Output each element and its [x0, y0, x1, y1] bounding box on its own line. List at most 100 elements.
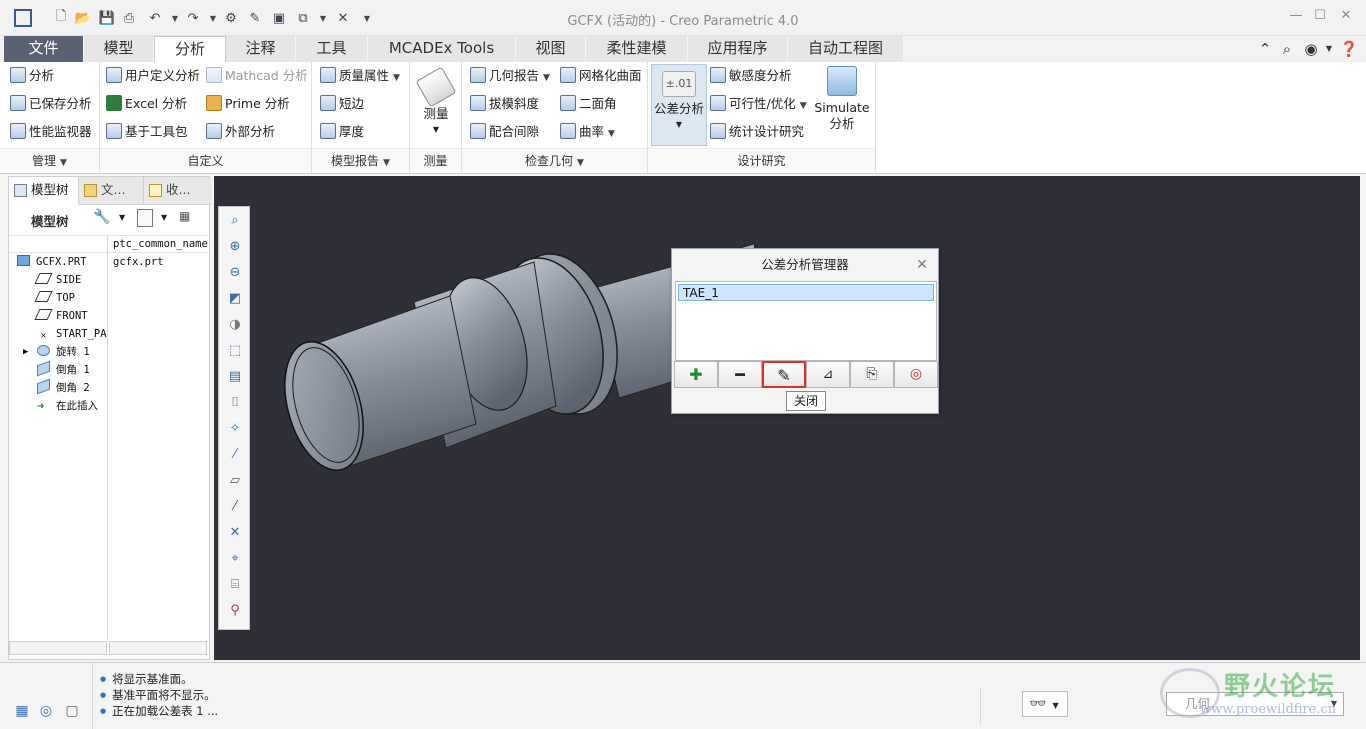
- tab-flexible-modeling[interactable]: 柔性建模: [586, 36, 688, 62]
- maximize-button[interactable]: ☐: [1310, 8, 1330, 28]
- user-defined-analysis-button[interactable]: 用户定义分析: [106, 65, 200, 87]
- status-message-3: 正在加载公差表 1 ...: [100, 703, 218, 719]
- short-edge-button[interactable]: 短边: [320, 93, 364, 115]
- short-edge-icon: [320, 95, 336, 111]
- column-header[interactable]: ptc_common_name: [113, 235, 208, 253]
- axis-display-icon[interactable]: ⁄: [225, 497, 245, 517]
- tab-auto-drawing[interactable]: 自动工程图: [788, 36, 904, 62]
- performance-monitor-button[interactable]: 性能监视器: [10, 121, 92, 143]
- tab-view[interactable]: 视图: [516, 36, 586, 62]
- mass-properties-button[interactable]: 质量属性 ▼: [320, 65, 400, 87]
- tree-node-insert-here[interactable]: ➜ 在此插入: [37, 397, 98, 415]
- draft-button[interactable]: 拔模斜度: [470, 93, 539, 115]
- help-icon[interactable]: ❓: [1338, 39, 1360, 59]
- search-icon[interactable]: ⌕: [1276, 39, 1298, 59]
- prime-analysis-button[interactable]: Prime 分析: [206, 93, 290, 115]
- measure-analysis-button[interactable]: ⊿: [806, 361, 850, 388]
- csys-display-icon[interactable]: ⌖: [225, 549, 245, 569]
- plane-display-icon[interactable]: ▱: [225, 471, 245, 491]
- tab-annotate[interactable]: 注释: [226, 36, 296, 62]
- saved-orientations-icon[interactable]: ⬚: [225, 341, 245, 361]
- spin-center-icon[interactable]: ✧: [225, 419, 245, 439]
- horizontal-scrollbar-left[interactable]: [9, 641, 107, 655]
- view-manager-icon[interactable]: ▤: [225, 367, 245, 387]
- tree-node-start-csys[interactable]: ✕ START_PA: [37, 325, 107, 343]
- toolkit-based-button[interactable]: 基于工具包: [106, 121, 188, 143]
- tree-node-side[interactable]: SIDE: [34, 271, 81, 289]
- show-dropdown-icon[interactable]: ▼: [161, 213, 167, 222]
- browser-toggle-icon[interactable]: ◎: [36, 701, 56, 721]
- perspective-icon[interactable]: ⌷: [225, 393, 245, 413]
- external-analysis-button[interactable]: 外部分析: [206, 121, 275, 143]
- excel-analysis-button[interactable]: Excel 分析: [106, 93, 187, 115]
- tolerance-analysis-button[interactable]: ±.01 公差分析 ▼: [651, 64, 707, 146]
- curvature-button[interactable]: 曲率 ▼: [560, 121, 615, 143]
- copy-button[interactable]: ⎘: [850, 361, 894, 388]
- horizontal-scrollbar-right[interactable]: [109, 641, 207, 655]
- tab-folder-browser[interactable]: 文...: [79, 177, 144, 205]
- zoom-out-icon[interactable]: ⊖: [225, 263, 245, 283]
- filter-icon[interactable]: ▦: [179, 209, 201, 227]
- thickness-button[interactable]: 厚度: [320, 121, 364, 143]
- clearance-button[interactable]: 配合间隙: [470, 121, 539, 143]
- tree-node-chamfer-1[interactable]: 倒角 1: [37, 360, 90, 379]
- dialog-close-icon[interactable]: ✕: [914, 257, 930, 273]
- annotation-display-icon[interactable]: ⌸: [225, 575, 245, 595]
- sensitivity-analysis-button[interactable]: 敏感度分析: [710, 65, 792, 87]
- minimize-button[interactable]: —: [1286, 8, 1306, 28]
- feasibility-icon: [710, 95, 726, 111]
- tree-node-front[interactable]: FRONT: [34, 307, 88, 325]
- tab-analysis[interactable]: 分析: [154, 36, 226, 63]
- edit-pencil-button[interactable]: ✎: [762, 361, 806, 388]
- zoom-in-icon[interactable]: ⊕: [225, 237, 245, 257]
- refit-icon[interactable]: ⌕: [225, 211, 245, 231]
- collapse-ribbon-icon[interactable]: ⌃: [1254, 39, 1276, 59]
- expand-arrow-icon[interactable]: ▶: [23, 343, 28, 361]
- feasibility-optimization-button[interactable]: 可行性/优化 ▼: [710, 93, 807, 115]
- datum-display-icon[interactable]: ⁄: [225, 445, 245, 465]
- appearance-icon[interactable]: ⚲: [225, 601, 245, 621]
- statistical-design-study-button[interactable]: 统计设计研究: [710, 121, 804, 143]
- group-model-report-title[interactable]: 模型报告 ▼: [312, 148, 409, 170]
- dihedral-angle-button[interactable]: 二面角: [560, 93, 617, 115]
- info-help-button[interactable]: ◎: [894, 361, 938, 388]
- tree-node-revolve-1[interactable]: 旋转 1: [37, 343, 90, 361]
- analysis-list[interactable]: TAE_1: [675, 281, 937, 361]
- show-icon[interactable]: [137, 209, 153, 227]
- saved-analysis-button[interactable]: 已保存分析: [10, 93, 92, 115]
- group-manage-title[interactable]: 管理 ▼: [0, 148, 99, 170]
- tab-applications[interactable]: 应用程序: [688, 36, 788, 62]
- fullscreen-icon[interactable]: ▢: [62, 701, 82, 721]
- community-dropdown-icon[interactable]: ▼: [1318, 39, 1340, 59]
- tab-model[interactable]: 模型: [84, 36, 154, 62]
- tab-model-tree[interactable]: 模型树: [9, 177, 79, 205]
- tab-file[interactable]: 文件: [4, 36, 84, 62]
- close-button[interactable]: ✕: [1336, 8, 1356, 28]
- group-design-study: ±.01 公差分析 ▼ 敏感度分析 可行性/优化 ▼ 统计设计研究 Simulate…: [648, 62, 876, 174]
- tab-favorites[interactable]: 收...: [144, 177, 211, 205]
- display-style-icon[interactable]: ◑: [225, 315, 245, 335]
- tree-root[interactable]: GCFX.PRT: [17, 253, 87, 271]
- column-divider[interactable]: [107, 235, 108, 641]
- repaint-icon[interactable]: ◩: [225, 289, 245, 309]
- tree-node-top[interactable]: TOP: [34, 289, 75, 307]
- ruler-icon: [415, 66, 457, 108]
- selection-filter[interactable]: 几何 ▼: [1166, 692, 1344, 716]
- mesh-surface-button[interactable]: 网格化曲面: [560, 65, 642, 87]
- navigator-toggle-icon[interactable]: ▦: [12, 701, 32, 721]
- point-display-icon[interactable]: ✕: [225, 523, 245, 543]
- find-button[interactable]: 👓 ▼: [1022, 691, 1068, 717]
- settings-dropdown-icon[interactable]: ▼: [119, 213, 125, 222]
- measure-button[interactable]: 测量 ▼: [415, 66, 457, 138]
- remove-button[interactable]: ━: [718, 361, 762, 388]
- geometry-report-button[interactable]: 几何报告 ▼: [470, 65, 550, 87]
- settings-icon[interactable]: 🔧: [93, 209, 111, 227]
- list-item-tae-1[interactable]: TAE_1: [678, 284, 934, 301]
- simulate-analysis-button[interactable]: Simulate 分析: [814, 66, 870, 132]
- tab-mcadex-tools[interactable]: MCADEx Tools: [368, 36, 516, 62]
- analysis-button[interactable]: 分析: [10, 65, 54, 87]
- group-inspect-geometry-title[interactable]: 检查几何 ▼: [462, 148, 647, 170]
- tree-node-chamfer-2[interactable]: 倒角 2: [37, 378, 90, 397]
- tab-tools[interactable]: 工具: [296, 36, 368, 62]
- add-button[interactable]: ✚: [674, 361, 718, 388]
